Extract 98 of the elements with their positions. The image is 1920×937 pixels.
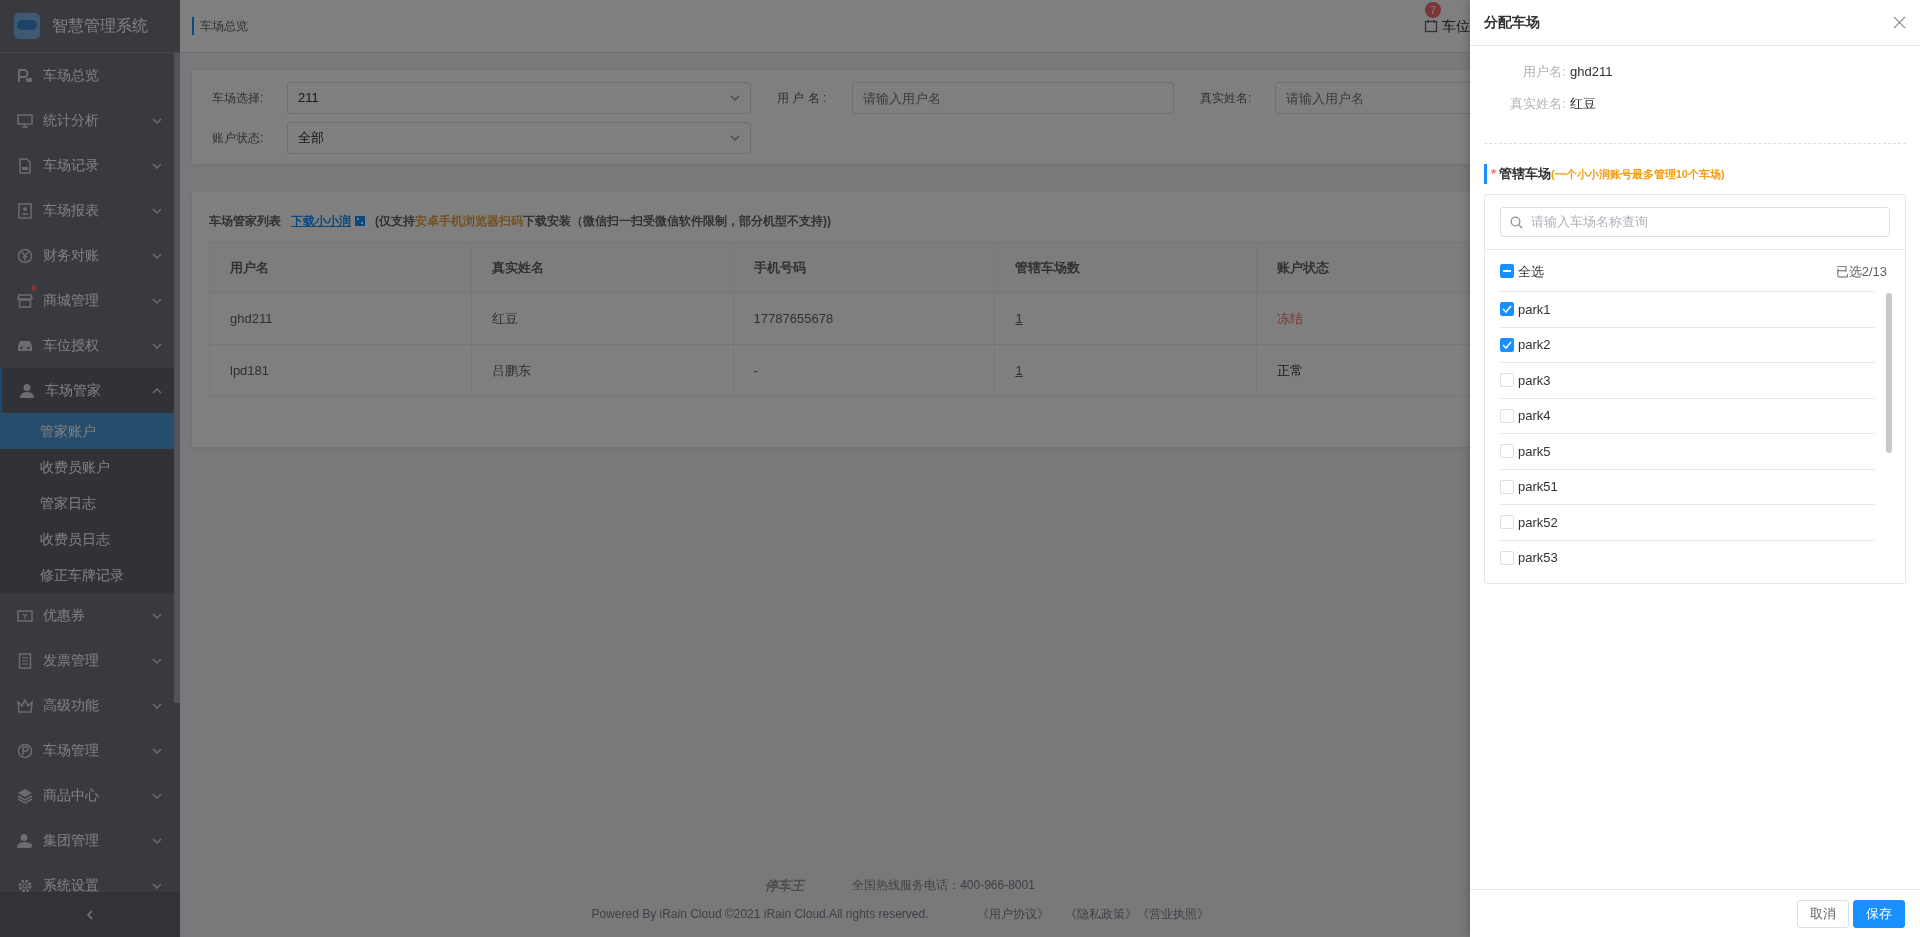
yen-icon — [17, 247, 33, 264]
park-checkbox[interactable]: park51 — [1500, 468, 1875, 504]
hint-text: (一个小小润账号最多管理10个车场) — [1551, 168, 1725, 182]
ticket-icon — [17, 607, 33, 624]
note-text: (仅支持安卓手机浏览器扫码下载安装（微信扫一扫受微信软件限制，部分机型不支持)) — [375, 213, 831, 230]
column-header: 真实姓名 — [471, 242, 734, 293]
column-header: 管辖车场数 — [994, 242, 1257, 293]
parking-icon — [17, 67, 33, 84]
report-icon — [17, 202, 33, 219]
field-label: 真实姓名: — [1509, 94, 1567, 113]
table-cell: 17787655678 — [733, 292, 995, 345]
close-button[interactable] — [1893, 16, 1906, 29]
park-checkbox[interactable]: park2 — [1500, 326, 1875, 362]
list-title: 车场管家列表 — [209, 213, 281, 230]
breadcrumb[interactable]: 车场总览 — [192, 17, 248, 35]
field-label: 用 户 名 : — [776, 90, 828, 107]
checkmark-icon — [1502, 305, 1512, 314]
column-header: 账户状态 — [1256, 242, 1470, 293]
menu-item[interactable]: 车场管理 — [0, 728, 180, 773]
menu-item[interactable]: 系统设置 — [0, 863, 180, 892]
required-mark: * — [1491, 165, 1497, 183]
notification-dot — [31, 284, 37, 291]
parking-circle-icon — [17, 742, 33, 759]
chevron-down-icon — [152, 207, 162, 214]
column-header: 用户名 — [209, 242, 472, 293]
document-icon — [17, 157, 33, 174]
chevron-down-icon — [152, 297, 162, 304]
chevron-down-icon — [152, 747, 162, 754]
select-all-checkbox[interactable]: 全选 — [1500, 261, 1544, 281]
minus-icon — [1503, 270, 1511, 273]
drawer-title: 分配车场 — [1484, 13, 1540, 32]
park-checkbox[interactable]: park4 — [1500, 397, 1875, 433]
search-icon — [1510, 215, 1523, 229]
calendar-icon — [1424, 19, 1438, 33]
collapse-button[interactable] — [0, 892, 180, 937]
count-link[interactable]: 1 — [1015, 310, 1023, 326]
menu-item[interactable]: 商品中心 — [0, 773, 180, 818]
gear-icon — [17, 877, 33, 892]
park-checkbox[interactable]: park53 — [1500, 539, 1875, 575]
chevron-down-icon — [152, 657, 162, 664]
park-checkbox[interactable]: park3 — [1500, 362, 1875, 398]
close-icon — [1893, 16, 1906, 29]
chevron-down-icon — [152, 342, 162, 349]
chevron-down-icon — [152, 162, 162, 169]
cancel-button[interactable]: 取消 — [1797, 899, 1849, 928]
chevron-down-icon — [152, 882, 162, 889]
monitor-icon — [17, 112, 33, 129]
field-label: 账户状态: — [212, 130, 265, 147]
selection-count: 已选2/13 — [1835, 262, 1887, 281]
search-field[interactable]: 请输入车场名称查询 — [1500, 206, 1890, 237]
user-group-icon — [17, 832, 33, 849]
input-field[interactable]: 请输入用户名 — [852, 82, 1174, 114]
select-field[interactable]: 全部 — [287, 122, 751, 154]
logo-icon — [14, 13, 40, 39]
qr-code-icon — [355, 216, 365, 226]
chevron-down-icon — [152, 117, 162, 124]
column-header: 手机号码 — [733, 242, 995, 293]
chevron-down-icon — [152, 792, 162, 799]
field-value: ghd211 — [1570, 63, 1614, 81]
chevron-down-icon — [730, 95, 740, 101]
table-cell: lpd181 — [209, 344, 472, 397]
table-cell: ghd211 — [209, 292, 472, 345]
store-icon — [17, 292, 33, 309]
receipt-icon — [17, 652, 33, 669]
field-label: 车场选择: — [212, 90, 265, 107]
notification-badge: 7 — [1425, 1, 1442, 18]
table-cell: - — [733, 344, 995, 397]
header-link[interactable]: 车位 — [1442, 15, 1470, 37]
layers-icon — [17, 787, 33, 804]
copyright-text: Powered By iRain Cloud ©2021 iRain Cloud.All rights reserved. — [591, 906, 929, 923]
chevron-down-icon — [152, 702, 162, 709]
app-title: 智慧管理系统 — [52, 16, 148, 36]
chevron-down-icon — [730, 135, 740, 141]
download-link[interactable]: 下载小小润 — [291, 212, 351, 230]
select-field[interactable]: 211 — [287, 82, 751, 114]
field-label: 真实姓名: — [1199, 90, 1253, 107]
crown-icon — [17, 697, 33, 714]
chevron-left-icon — [86, 909, 94, 920]
park-checkbox[interactable]: park1 — [1500, 291, 1875, 327]
person-icon — [19, 382, 35, 399]
table-cell: 红豆 — [471, 292, 734, 345]
chevron-down-icon — [152, 252, 162, 259]
section-title: 管辖车场 — [1499, 165, 1552, 183]
chevron-up-icon — [152, 387, 162, 394]
scrollbar[interactable] — [174, 53, 180, 703]
table-cell: 吕鹏东 — [471, 344, 734, 397]
chevron-down-icon — [152, 612, 162, 619]
menu-item[interactable]: 集团管理 — [0, 818, 180, 863]
save-button[interactable]: 保存 — [1853, 899, 1905, 928]
park-checkbox[interactable]: park52 — [1500, 504, 1875, 540]
park-checkbox[interactable]: park5 — [1500, 433, 1875, 469]
checkmark-icon — [1502, 340, 1512, 349]
input-field[interactable]: 请输入用户名 — [1275, 82, 1470, 114]
field-label: 用户名: — [1522, 63, 1567, 81]
chevron-down-icon — [152, 837, 162, 844]
scrollbar[interactable] — [1886, 293, 1892, 453]
field-value: 红豆 — [1570, 94, 1597, 113]
count-link[interactable]: 1 — [1015, 362, 1023, 378]
